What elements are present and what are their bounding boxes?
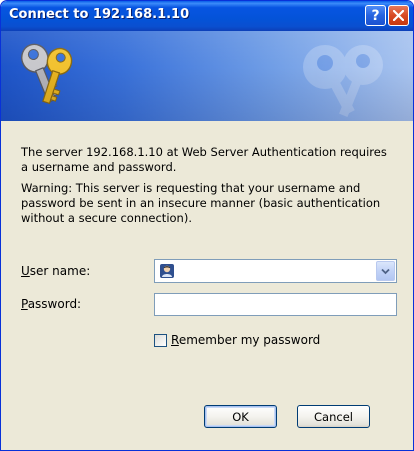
password-label: Password:	[21, 297, 81, 311]
chevron-down-icon	[381, 268, 390, 274]
password-label-text: assword:	[27, 297, 82, 311]
username-label-accel: U	[21, 264, 30, 278]
password-field[interactable]	[154, 293, 397, 316]
help-icon: ?	[371, 7, 380, 24]
remember-password-checkbox[interactable]	[154, 333, 167, 347]
username-combobox[interactable]	[154, 259, 397, 283]
close-icon	[393, 10, 404, 21]
warning-message: Warning: This server is requesting that …	[21, 181, 381, 225]
user-icon	[160, 264, 174, 278]
username-label: User name:	[21, 264, 90, 278]
remember-password-label[interactable]: Remember my password	[171, 333, 320, 347]
ok-button[interactable]: OK	[204, 405, 277, 428]
remember-password-option[interactable]: Remember my password	[154, 331, 320, 349]
window-title: Connect to 192.168.1.10	[9, 7, 190, 22]
password-label-accel: P	[21, 297, 28, 311]
remember-label-text: emember my password	[178, 333, 321, 347]
banner-shine	[1, 31, 413, 121]
remember-label-accel: R	[171, 333, 179, 347]
banner	[1, 31, 413, 121]
username-label-text: ser name:	[29, 264, 91, 278]
title-bar[interactable]: Connect to 192.168.1.10 ?	[1, 1, 413, 31]
help-button[interactable]: ?	[365, 5, 386, 26]
cancel-button[interactable]: Cancel	[297, 405, 370, 428]
login-dialog: Connect to 192.168.1.10 ? The server 192…	[0, 0, 414, 451]
close-button[interactable]	[388, 5, 409, 26]
server-message: The server 192.168.1.10 at Web Server Au…	[21, 145, 387, 174]
username-dropdown-button[interactable]	[376, 261, 395, 281]
